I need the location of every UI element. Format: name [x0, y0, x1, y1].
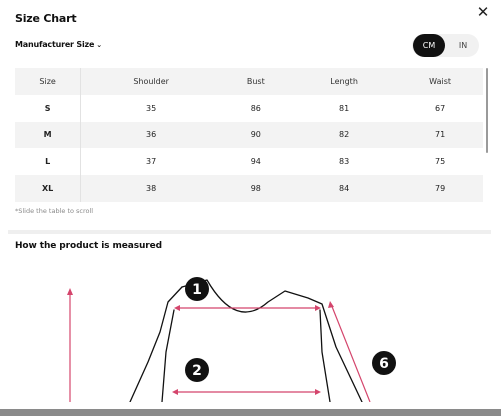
table-cell: 86 [250, 103, 261, 113]
table-cell-size: M [15, 121, 82, 149]
section-divider [8, 230, 491, 234]
chevron-down-icon: ⌄ [96, 41, 102, 49]
close-icon[interactable]: ✕ [475, 4, 491, 20]
garment-measurement-diagram: 1 2 6 [67, 277, 396, 402]
measure-section-title: How the product is measured [15, 241, 162, 251]
table-cell: 82 [339, 130, 350, 140]
table-row: L 37 94 83 75 [15, 148, 483, 176]
unit-in-button[interactable]: IN [447, 34, 479, 57]
table-cell: 81 [339, 103, 350, 113]
bottom-bar [0, 409, 501, 416]
size-table: Size Shoulder Bust Length Waist S 35 86 … [15, 68, 483, 202]
marker-6-label: 6 [379, 356, 389, 372]
table-header-bust: Bust [246, 76, 265, 86]
table-header-shoulder: Shoulder [133, 76, 169, 86]
table-cell: 98 [250, 184, 261, 194]
table-header-length: Length [330, 76, 358, 86]
marker-2: 2 [185, 358, 209, 382]
marker-6: 6 [372, 351, 396, 375]
table-row: XL 38 98 84 79 [15, 175, 483, 202]
table-header-size: Size [15, 68, 82, 95]
table-header-waist: Waist [429, 76, 451, 86]
table-cell: 38 [146, 184, 157, 194]
unit-toggle: CM IN [412, 34, 479, 57]
table-row: M 36 90 82 71 [15, 121, 483, 149]
table-scrollbar[interactable] [486, 68, 488, 153]
table-cell: 35 [146, 103, 157, 113]
scroll-hint: *Slide the table to scroll [15, 207, 94, 215]
table-cell-size: S [15, 94, 82, 122]
table-cell: 36 [146, 130, 157, 140]
table-cell: 37 [146, 157, 157, 167]
dialog-title: Size Chart [15, 12, 77, 25]
measurement-lines [67, 288, 371, 402]
table-cell: 71 [435, 130, 446, 140]
table-cell-size: XL [15, 175, 82, 202]
table-cell: 83 [339, 157, 350, 167]
sweater-outline-icon [129, 279, 363, 402]
table-cell: 94 [250, 157, 261, 167]
marker-1-label: 1 [192, 282, 202, 298]
table-cell: 75 [435, 157, 446, 167]
table-cell: 84 [339, 184, 350, 194]
marker-1: 1 [185, 277, 209, 301]
manufacturer-size-label: Manufacturer Size [15, 40, 95, 49]
table-cell: 90 [250, 130, 261, 140]
table-cell: 67 [435, 103, 446, 113]
table-header-row: Size Shoulder Bust Length Waist [15, 68, 483, 95]
table-row: S 35 86 81 67 [15, 94, 483, 122]
unit-cm-button[interactable]: CM [413, 34, 445, 57]
table-cell-size: L [15, 148, 82, 176]
marker-2-label: 2 [192, 363, 202, 379]
manufacturer-size-dropdown[interactable]: Manufacturer Size ⌄ [15, 40, 102, 49]
table-cell: 79 [435, 184, 446, 194]
